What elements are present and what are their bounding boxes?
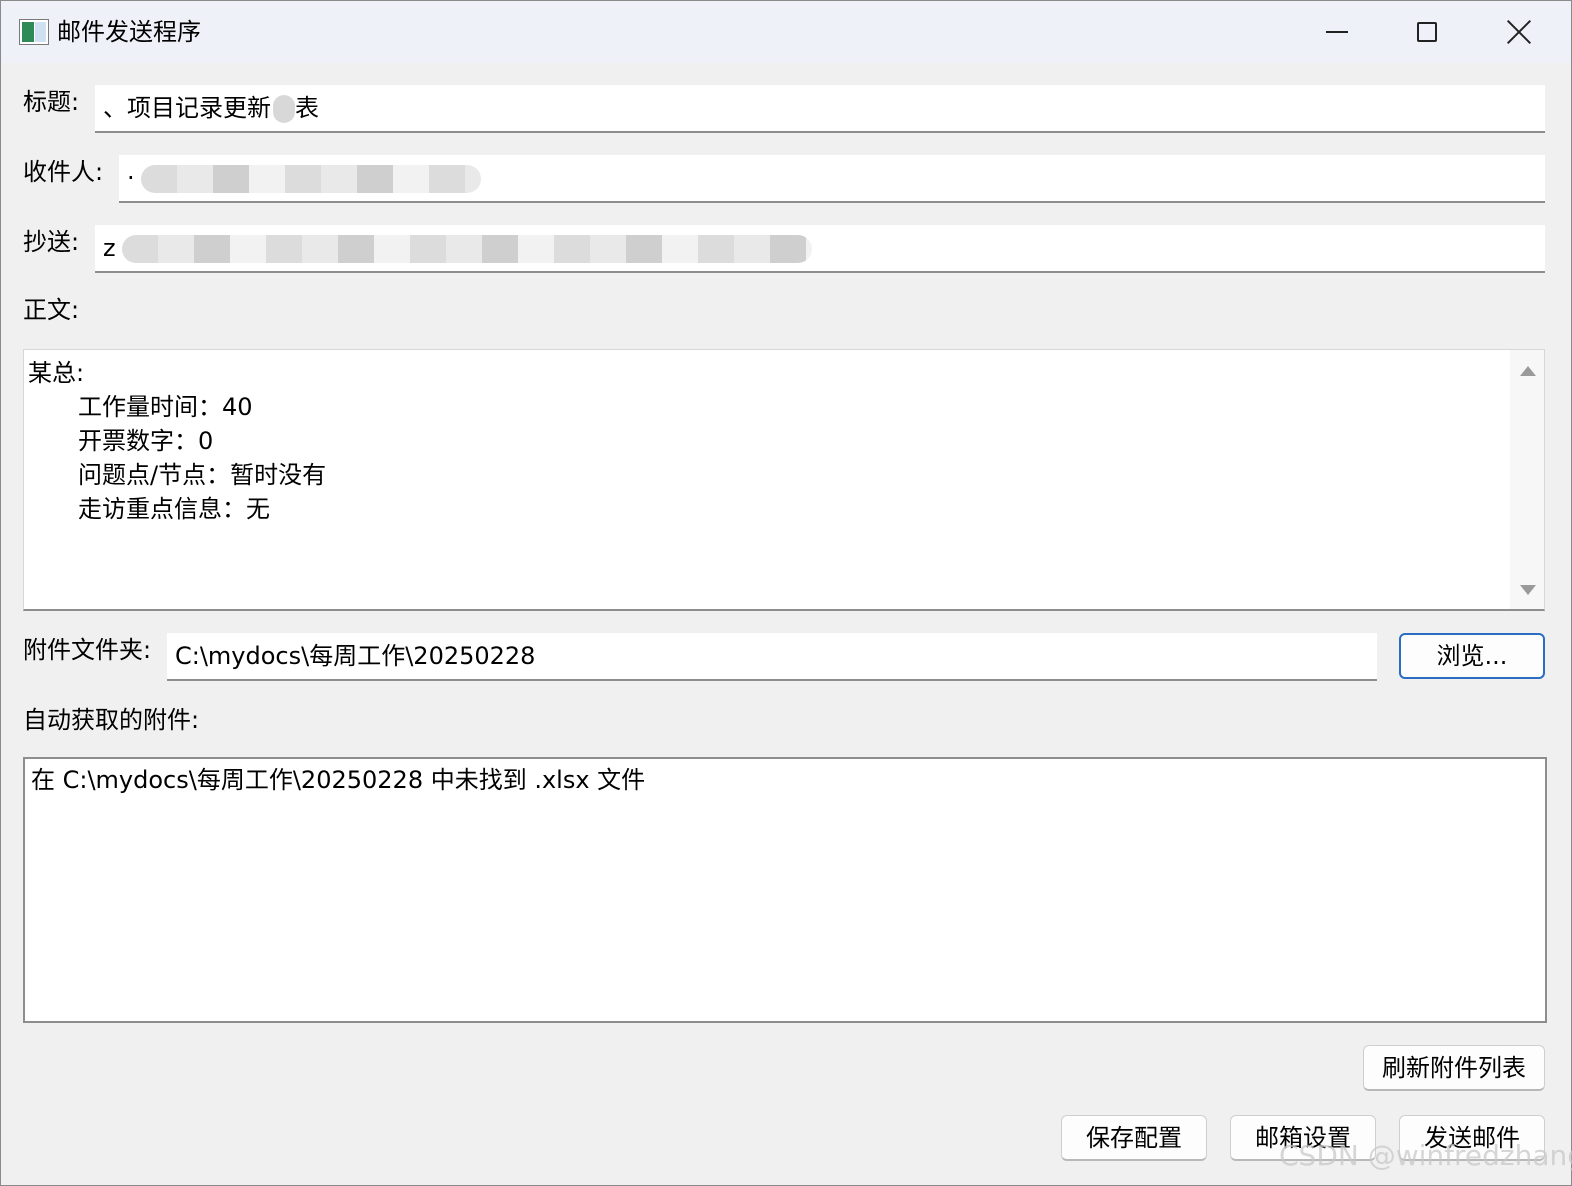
body-line: 某总:: [28, 359, 85, 387]
refresh-attachments-button[interactable]: 刷新附件列表: [1363, 1045, 1545, 1091]
recipient-label: 收件人:: [23, 158, 104, 186]
body-line: 问题点/节点：暂时没有: [78, 461, 327, 489]
redacted-block: [273, 95, 295, 123]
browse-button[interactable]: 浏览...: [1399, 633, 1545, 679]
subject-input[interactable]: 、项目记录更新表: [95, 85, 1545, 133]
close-button[interactable]: [1473, 1, 1565, 63]
redacted-block: [121, 235, 812, 263]
cc-input[interactable]: z: [95, 225, 1545, 273]
app-window-icon: [19, 19, 49, 45]
attachment-folder-label: 附件文件夹:: [23, 636, 152, 664]
subject-label: 标题:: [23, 88, 80, 116]
body-line: 走访重点信息：无: [78, 495, 270, 523]
cc-label: 抄送:: [23, 228, 80, 256]
attachment-folder-value: C:\mydocs\每周工作\20250228: [175, 642, 536, 670]
maximize-button[interactable]: [1381, 1, 1473, 63]
title-bar[interactable]: 邮件发送程序: [1, 1, 1571, 63]
watermark: CSDN @winfredzhang: [1279, 1139, 1572, 1172]
cc-value: z: [103, 234, 116, 262]
body-label: 正文:: [23, 296, 80, 324]
window-title: 邮件发送程序: [57, 18, 201, 46]
body-textarea[interactable]: 某总: 工作量时间：40 开票数字：0 问题点/节点：暂时没有 走访重点信息：无: [23, 349, 1545, 611]
list-item[interactable]: 在 C:\mydocs\每周工作\20250228 中未找到 .xlsx 文件: [31, 763, 1539, 797]
recipient-value: ·: [127, 164, 135, 192]
scroll-up-arrow-icon[interactable]: [1520, 366, 1536, 376]
maximize-icon: [1417, 22, 1437, 42]
redacted-block: [140, 165, 481, 193]
scroll-down-arrow-icon[interactable]: [1520, 585, 1536, 595]
subject-value: 、项目记录更新: [103, 94, 271, 122]
recipient-input[interactable]: ·: [119, 155, 1545, 203]
subject-tail: 表: [295, 94, 319, 122]
main-window: 邮件发送程序 标题: 、项目记录更新表 收件人: · 抄送: z 正文: 某总:…: [0, 0, 1572, 1186]
minimize-button[interactable]: [1291, 1, 1383, 63]
vertical-scrollbar[interactable]: [1510, 350, 1544, 609]
body-line: 开票数字：0: [78, 427, 214, 455]
minimize-icon: [1326, 31, 1348, 33]
close-icon: [1506, 19, 1532, 45]
save-config-button[interactable]: 保存配置: [1061, 1115, 1207, 1161]
attachment-folder-input[interactable]: C:\mydocs\每周工作\20250228: [167, 633, 1377, 681]
attachments-listbox[interactable]: 在 C:\mydocs\每周工作\20250228 中未找到 .xlsx 文件: [23, 757, 1547, 1023]
auto-attachments-label: 自动获取的附件:: [23, 706, 200, 734]
body-line: 工作量时间：40: [78, 393, 253, 421]
